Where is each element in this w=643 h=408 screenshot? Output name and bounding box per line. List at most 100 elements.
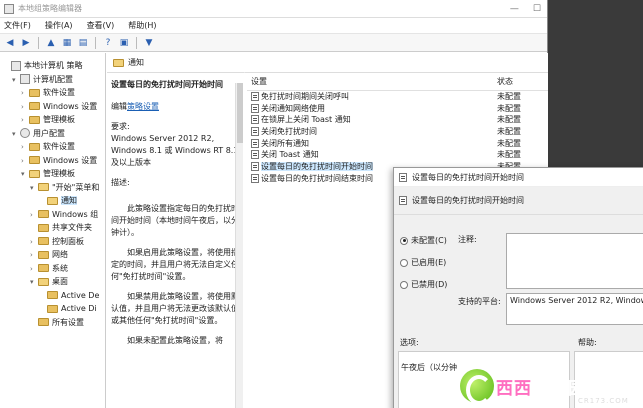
policy-setting-icon [251,150,259,160]
filter-icon[interactable]: ▼ [143,37,155,49]
option-minutes-label: 午夜后（以分钟 [401,363,457,372]
setting-row[interactable]: 关闭通知网络使用 未配置 [247,103,548,115]
setting-name: 关闭 Toast 通知 [261,150,319,160]
chevron-right-icon[interactable]: › [21,155,29,169]
chevron-right-icon[interactable]: › [30,263,38,277]
show-tree-icon[interactable]: ▦ [61,37,73,49]
dialog-header: 设置每日的免打扰时间开始时间 [394,187,643,215]
description-p3: 如果禁用此策略设置，将使用默认值，并且用户将无法更改该默认值或其他任何"免打扰时… [111,292,239,325]
comment-textarea[interactable] [506,233,643,289]
chevron-right-icon[interactable]: › [30,249,38,263]
properties-icon[interactable]: ▣ [118,37,130,49]
tree-node[interactable]: Active De [0,289,105,303]
tree-node-label: Windows 设置 [43,155,98,165]
tree-node[interactable]: › 软件设置 [0,86,105,100]
tree-node[interactable]: ▾ "开始"菜单和 [0,181,105,195]
tree-node-label: 通知 [61,196,77,205]
chevron-right-icon[interactable]: › [30,236,38,250]
radio-dot[interactable] [400,280,408,289]
forward-arrow-icon[interactable]: ▶ [20,37,32,49]
folder-icon [38,277,49,286]
tree-node[interactable]: › 控制面板 [0,235,105,249]
menu-file[interactable]: 文件(F) [4,20,31,31]
setting-name: 免打扰时间期间关闭呼叫 [261,92,349,101]
policy-setting-icon [251,103,259,113]
setting-row[interactable]: 关闭 Toast 通知 未配置 [247,149,548,161]
expand-down-icon[interactable]: ▾ [30,182,38,196]
tree-node-label: 管理模板 [43,115,75,124]
watermark-text-a: 西西 [496,378,532,399]
radio-disabled[interactable]: 已禁用(D) [400,279,447,290]
tree-node[interactable]: 共享文件夹 [0,221,105,235]
folder-icon [47,196,58,205]
chevron-right-icon[interactable]: › [21,87,29,101]
radio-not-configured[interactable]: 未配置(C) [400,235,447,246]
tree-node[interactable]: › 网络 [0,248,105,262]
comment-label: 注释: [458,235,477,244]
column-status[interactable]: 状态 [497,76,547,87]
expand-down-icon[interactable]: ▾ [30,276,38,290]
tree-node[interactable]: › Windows 设置 [0,100,105,114]
expand-down-icon[interactable]: ▾ [12,128,20,142]
help-icon[interactable]: ? [102,37,114,49]
export-list-icon[interactable]: ▤ [77,37,89,49]
edit-prefix: 编辑 [111,102,127,111]
path-label: 通知 [128,58,144,67]
tree-node[interactable]: 通知 [0,194,105,208]
setting-row[interactable]: 免打扰时间期间关闭呼叫 未配置 [247,91,548,103]
requirements-text: Windows Server 2012 R2, Windows 8.1 或 Wi… [111,134,239,167]
tree-node[interactable]: ▾ 用户配置 [0,127,105,141]
tree-node[interactable]: 所有设置 [0,316,105,330]
up-folder-icon[interactable]: ▲ [45,37,57,49]
tree-node[interactable]: ▾ 桌面 [0,275,105,289]
chevron-right-icon[interactable]: › [30,209,38,223]
tree-node[interactable]: ▾ 管理模板 [0,167,105,181]
expand-down-icon[interactable]: ▾ [21,168,29,182]
maximize-button[interactable]: ☐ [533,4,541,14]
tree-node[interactable]: › Windows 设置 [0,154,105,168]
column-setting[interactable]: 设置 [247,76,497,87]
tree-node[interactable]: ▾ 计算机配置 [0,73,105,87]
minimize-button[interactable]: — [510,4,519,14]
chevron-right-icon[interactable]: › [21,141,29,155]
tree-node[interactable]: 本地计算机 策略 [0,59,105,73]
description-p1: 此策略设置指定每日的免打扰时间开始时间（本地时间午夜后，以分钟计）。 [111,204,239,237]
policy-setting-icon [251,173,259,183]
chevron-right-icon[interactable]: › [21,114,29,128]
back-arrow-icon[interactable]: ◀ [4,37,16,49]
tree-node[interactable]: › 系统 [0,262,105,276]
toolbar-divider [95,36,96,49]
policy-icon [399,196,407,205]
radio-dot[interactable] [400,236,408,245]
tree-node[interactable]: › Windows 组 [0,208,105,222]
setting-row[interactable]: 在锁屏上关闭 Toast 通知 未配置 [247,114,548,126]
description-scrollbar[interactable] [235,83,243,408]
setting-name: 关闭免打扰时间 [261,127,317,137]
tree-node[interactable]: Active Di [0,302,105,316]
title-bar: 本地组策略编辑器 — ☐ [0,0,547,18]
setting-row[interactable]: 关闭所有通知 未配置 [247,138,548,150]
menu-help[interactable]: 帮助(H) [128,20,156,31]
watermark-subtext: CR173.COM [578,397,629,405]
expand-down-icon[interactable]: ▾ [12,74,20,88]
tree-node-label: 系统 [52,263,68,273]
setting-row[interactable]: 关闭免打扰时间 未配置 [247,126,548,138]
computer-icon [20,74,30,84]
toolbar-divider [38,36,39,49]
setting-status: 未配置 [497,103,521,113]
description-pane: 设置每日的免打扰时间开始时间 编辑策略设置 要求: Windows Server … [107,73,245,408]
scrollbar-thumb[interactable] [237,83,243,143]
edit-policy-link[interactable]: 策略设置 [127,102,159,111]
menu-action[interactable]: 操作(A) [45,20,73,31]
chevron-right-icon[interactable]: › [21,101,29,115]
watermark-text: 西西软件园 [496,374,586,399]
computer-icon [11,60,21,71]
user-icon [20,128,30,138]
tree-node[interactable]: › 管理模板 [0,113,105,127]
radio-dot[interactable] [400,258,408,267]
folder-icon [38,250,49,259]
tree-node[interactable]: › 软件设置 [0,140,105,154]
menu-view[interactable]: 查看(V) [87,20,115,31]
folder-icon [47,304,58,313]
radio-enabled[interactable]: 已启用(E) [400,257,446,268]
